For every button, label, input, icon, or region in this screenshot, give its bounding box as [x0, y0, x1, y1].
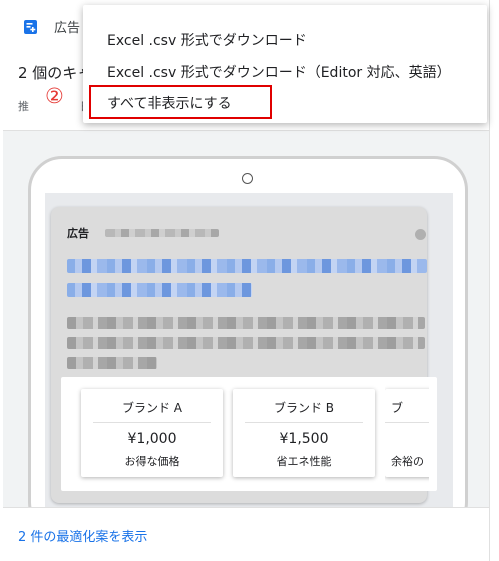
step-number-annotation: ②	[45, 84, 64, 108]
ad-headline-blurred	[67, 283, 252, 297]
product-price: ¥1,500	[279, 431, 329, 447]
carousel-clip: ブ 余裕の	[385, 377, 429, 491]
ad-headline-blurred	[67, 259, 427, 273]
product-description: お得な価格	[124, 455, 180, 468]
phone-mockup: 広告 ブランド A ¥1,000 お得な価格 ブランド B ¥1,500 省エネ…	[28, 156, 468, 536]
ad-description-blurred	[67, 357, 157, 369]
ad-add-icon	[22, 18, 40, 36]
product-divider	[93, 422, 211, 423]
header-subtext: 推	[18, 100, 29, 113]
footer-bar: 2 件の最適化案を表示	[3, 507, 489, 561]
product-carousel: ブランド A ¥1,000 お得な価格 ブランド B ¥1,500 省エネ性能 …	[61, 377, 437, 491]
product-description: 余裕の	[391, 455, 424, 468]
highlight-annotation-box	[89, 85, 272, 119]
ad-card: 広告 ブランド A ¥1,000 お得な価格 ブランド B ¥1,500 省エネ…	[51, 207, 437, 503]
product-divider	[385, 422, 429, 423]
ad-info-icon	[415, 229, 426, 240]
product-name: ブランド B	[273, 401, 335, 415]
product-card[interactable]: ブランド A ¥1,000 お得な価格	[81, 389, 223, 477]
product-price: ¥1,000	[127, 431, 177, 447]
ad-description-blurred	[67, 337, 425, 349]
ad-description-blurred	[67, 317, 425, 329]
product-divider	[245, 422, 363, 423]
ad-url-blurred	[105, 229, 219, 237]
product-name: ブランド A	[121, 401, 183, 415]
header-title: 広告	[54, 21, 81, 36]
panel-divider	[489, 0, 490, 561]
menu-item-download-csv[interactable]: Excel .csv 形式でダウンロード	[107, 30, 307, 50]
view-recommendations-link[interactable]: 2 件の最適化案を表示	[18, 526, 147, 545]
menu-item-download-csv-editor[interactable]: Excel .csv 形式でダウンロード（Editor 対応、英語）	[107, 62, 451, 82]
product-card[interactable]: ブランド B ¥1,500 省エネ性能	[233, 389, 375, 477]
phone-screen: 広告 ブランド A ¥1,000 お得な価格 ブランド B ¥1,500 省エネ…	[45, 193, 453, 523]
ad-preview-panel: 広告 2 個のキャ 推 ② 日 広告 ブランド A	[0, 0, 499, 561]
recommendation-count: 2 個のキャ	[18, 64, 93, 82]
phone-camera-icon	[242, 173, 253, 184]
ad-label: 広告	[67, 227, 89, 240]
product-name: ブ	[391, 401, 404, 415]
product-description: 省エネ性能	[276, 455, 332, 468]
product-card[interactable]: ブ 余裕の	[385, 389, 429, 477]
